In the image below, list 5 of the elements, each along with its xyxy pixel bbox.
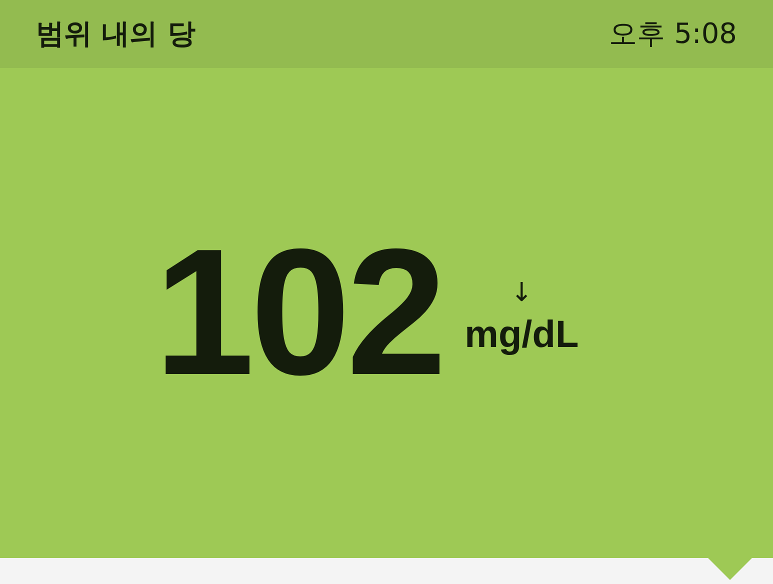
status-title: 범위 내의 당 — [36, 16, 196, 52]
trend-arrow-icon: ↓ — [510, 280, 533, 306]
unit-label: mg/dL — [464, 314, 579, 356]
time-label: 오후 5:08 — [609, 16, 737, 52]
glucose-value: 102 — [154, 223, 443, 403]
